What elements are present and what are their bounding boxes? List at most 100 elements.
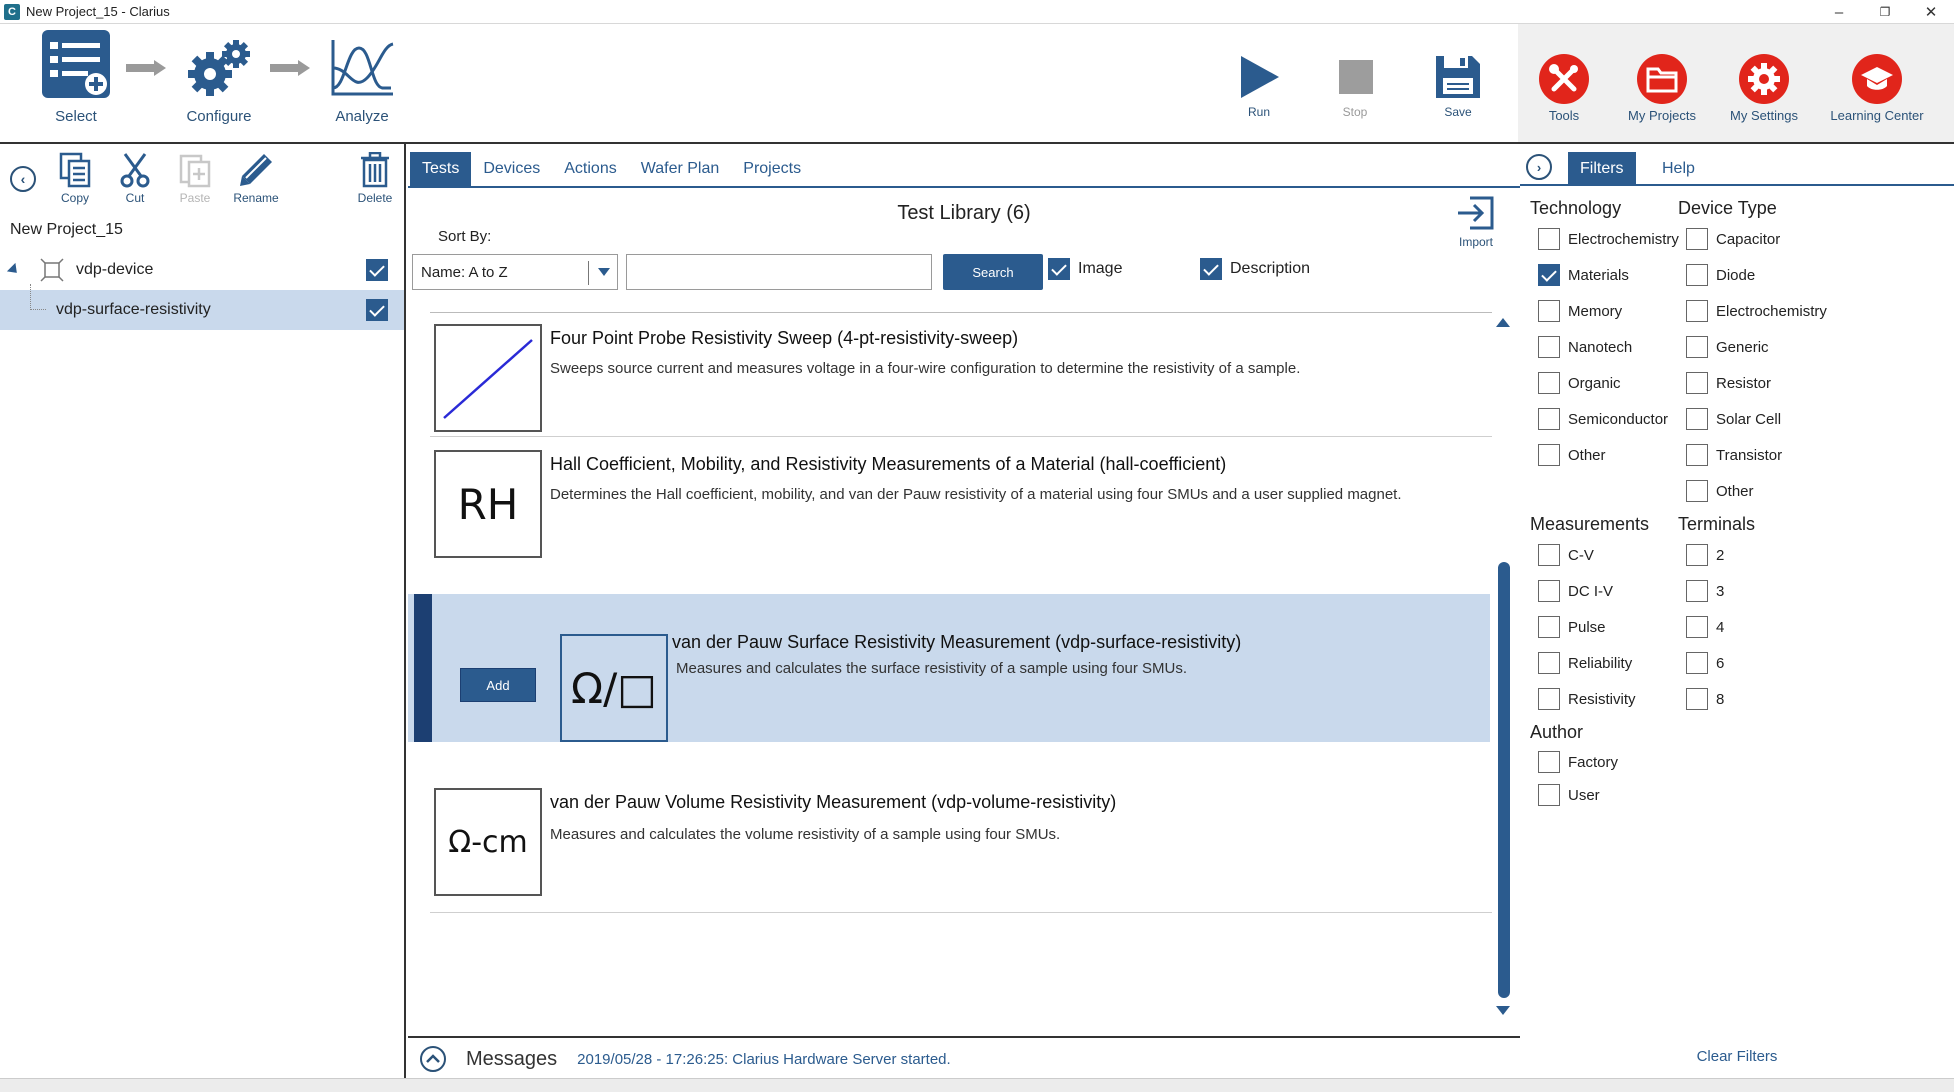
filter-measurements-reliability[interactable]: Reliability	[1538, 652, 1632, 674]
filter-checkbox[interactable]	[1686, 228, 1708, 250]
filter-checkbox[interactable]	[1686, 300, 1708, 322]
filter-checkbox[interactable]	[1538, 580, 1560, 602]
test-item-vdp-volume-resistivity[interactable]: Ω-cm van der Pauw Volume Resistivity Mea…	[408, 788, 1490, 896]
collapse-panel-icon[interactable]: ‹	[10, 166, 36, 192]
filter-technology-materials[interactable]: Materials	[1538, 264, 1629, 286]
filter-checkbox[interactable]	[1686, 336, 1708, 358]
add-button[interactable]: Add	[460, 668, 536, 702]
image-checkbox[interactable]	[1048, 258, 1070, 280]
scroll-down-arrow-icon[interactable]	[1496, 1006, 1510, 1015]
import-button[interactable]: Import	[1454, 194, 1498, 249]
filter-device-type-capacitor[interactable]: Capacitor	[1686, 228, 1780, 250]
filter-device-type-other[interactable]: Other	[1686, 480, 1754, 502]
expand-messages-icon[interactable]	[420, 1046, 446, 1072]
filter-checkbox[interactable]	[1538, 688, 1560, 710]
filter-device-type-resistor[interactable]: Resistor	[1686, 372, 1771, 394]
filter-checkbox[interactable]	[1538, 336, 1560, 358]
filter-technology-semiconductor[interactable]: Semiconductor	[1538, 408, 1668, 430]
filter-technology-electrochemistry[interactable]: Electrochemistry	[1538, 228, 1679, 250]
filter-checkbox[interactable]	[1686, 688, 1708, 710]
tab-projects[interactable]: Projects	[731, 152, 813, 186]
search-button[interactable]: Search	[943, 254, 1043, 290]
filter-checkbox[interactable]	[1686, 444, 1708, 466]
filter-checkbox[interactable]	[1686, 652, 1708, 674]
filter-checkbox[interactable]	[1538, 444, 1560, 466]
analyze-workflow-button[interactable]: Analyze	[322, 38, 402, 125]
filter-device-type-diode[interactable]: Diode	[1686, 264, 1755, 286]
tree-item-checkbox[interactable]	[366, 259, 388, 281]
copy-button[interactable]: Copy	[54, 152, 96, 205]
close-button[interactable]: ✕	[1908, 0, 1954, 24]
filter-terminals-6[interactable]: 6	[1686, 652, 1724, 674]
scroll-thumb[interactable]	[1498, 562, 1510, 998]
filter-checkbox[interactable]	[1686, 580, 1708, 602]
configure-workflow-button[interactable]: Configure	[176, 38, 262, 125]
filter-device-type-transistor[interactable]: Transistor	[1686, 444, 1782, 466]
my-projects-button[interactable]: My Projects	[1622, 54, 1702, 123]
description-checkbox[interactable]	[1200, 258, 1222, 280]
filter-terminals-2[interactable]: 2	[1686, 544, 1724, 566]
tab-filters[interactable]: Filters	[1568, 152, 1636, 186]
filter-checkbox[interactable]	[1686, 264, 1708, 286]
image-option[interactable]: Image	[1048, 258, 1122, 280]
filter-device-type-generic[interactable]: Generic	[1686, 336, 1769, 358]
filter-terminals-4[interactable]: 4	[1686, 616, 1724, 638]
filter-checkbox[interactable]	[1538, 372, 1560, 394]
filter-technology-nanotech[interactable]: Nanotech	[1538, 336, 1632, 358]
filter-technology-other[interactable]: Other	[1538, 444, 1606, 466]
run-button[interactable]: Run	[1232, 54, 1286, 119]
filter-checkbox[interactable]	[1538, 784, 1560, 806]
filter-checkbox[interactable]	[1538, 616, 1560, 638]
filter-checkbox[interactable]	[1538, 408, 1560, 430]
filter-measurements-c-v[interactable]: C-V	[1538, 544, 1594, 566]
tab-wafer-plan[interactable]: Wafer Plan	[629, 152, 732, 186]
tools-button[interactable]: Tools	[1532, 54, 1596, 123]
filter-device-type-electrochemistry[interactable]: Electrochemistry	[1686, 300, 1827, 322]
test-item-hall-coefficient[interactable]: RH Hall Coefficient, Mobility, and Resis…	[408, 450, 1490, 558]
filter-checkbox[interactable]	[1538, 264, 1560, 286]
filter-terminals-3[interactable]: 3	[1686, 580, 1724, 602]
filter-author-user[interactable]: User	[1538, 784, 1600, 806]
filter-checkbox[interactable]	[1538, 751, 1560, 773]
filter-terminals-8[interactable]: 8	[1686, 688, 1724, 710]
tree-item-vdp-surface-resistivity[interactable]: vdp-surface-resistivity	[0, 284, 404, 330]
minimize-button[interactable]: –	[1816, 0, 1862, 24]
restore-button[interactable]: ❐	[1862, 0, 1908, 24]
collapse-triangle-icon[interactable]	[6, 262, 22, 278]
filter-measurements-resistivity[interactable]: Resistivity	[1538, 688, 1636, 710]
filter-measurements-dc-i-v[interactable]: DC I-V	[1538, 580, 1613, 602]
filter-checkbox[interactable]	[1686, 544, 1708, 566]
tree-item-vdp-device[interactable]: vdp-device	[0, 250, 404, 290]
expand-panel-icon[interactable]: ›	[1526, 154, 1552, 180]
paste-button[interactable]: Paste	[174, 152, 216, 205]
sort-select[interactable]: Name: A to Z	[412, 254, 618, 290]
search-input[interactable]	[626, 254, 932, 290]
filter-checkbox[interactable]	[1686, 480, 1708, 502]
tab-tests[interactable]: Tests	[410, 152, 472, 186]
tab-help[interactable]: Help	[1650, 152, 1707, 186]
description-option[interactable]: Description	[1200, 258, 1310, 280]
tab-devices[interactable]: Devices	[471, 152, 552, 186]
tab-actions[interactable]: Actions	[552, 152, 628, 186]
my-settings-button[interactable]: My Settings	[1724, 54, 1804, 123]
rename-button[interactable]: Rename	[228, 152, 284, 205]
filter-author-factory[interactable]: Factory	[1538, 751, 1618, 773]
cut-button[interactable]: Cut	[114, 152, 156, 205]
test-item-4-pt-resistivity-sweep[interactable]: Four Point Probe Resistivity Sweep (4-pt…	[408, 324, 1490, 432]
filter-technology-organic[interactable]: Organic	[1538, 372, 1621, 394]
filter-technology-memory[interactable]: Memory	[1538, 300, 1622, 322]
tree-item-checkbox[interactable]	[366, 299, 388, 321]
filter-checkbox[interactable]	[1538, 544, 1560, 566]
filter-measurements-pulse[interactable]: Pulse	[1538, 616, 1606, 638]
filter-device-type-solar-cell[interactable]: Solar Cell	[1686, 408, 1781, 430]
filter-checkbox[interactable]	[1686, 408, 1708, 430]
scroll-up-arrow-icon[interactable]	[1496, 318, 1510, 327]
save-button[interactable]: Save	[1430, 54, 1486, 119]
select-workflow-button[interactable]: Select	[38, 28, 114, 125]
stop-button[interactable]: Stop	[1328, 54, 1382, 119]
filter-checkbox[interactable]	[1686, 372, 1708, 394]
delete-button[interactable]: Delete	[352, 151, 398, 205]
learning-center-button[interactable]: Learning Center	[1822, 54, 1932, 123]
clear-filters-link[interactable]: Clear Filters	[1520, 1048, 1954, 1065]
filter-checkbox[interactable]	[1538, 228, 1560, 250]
